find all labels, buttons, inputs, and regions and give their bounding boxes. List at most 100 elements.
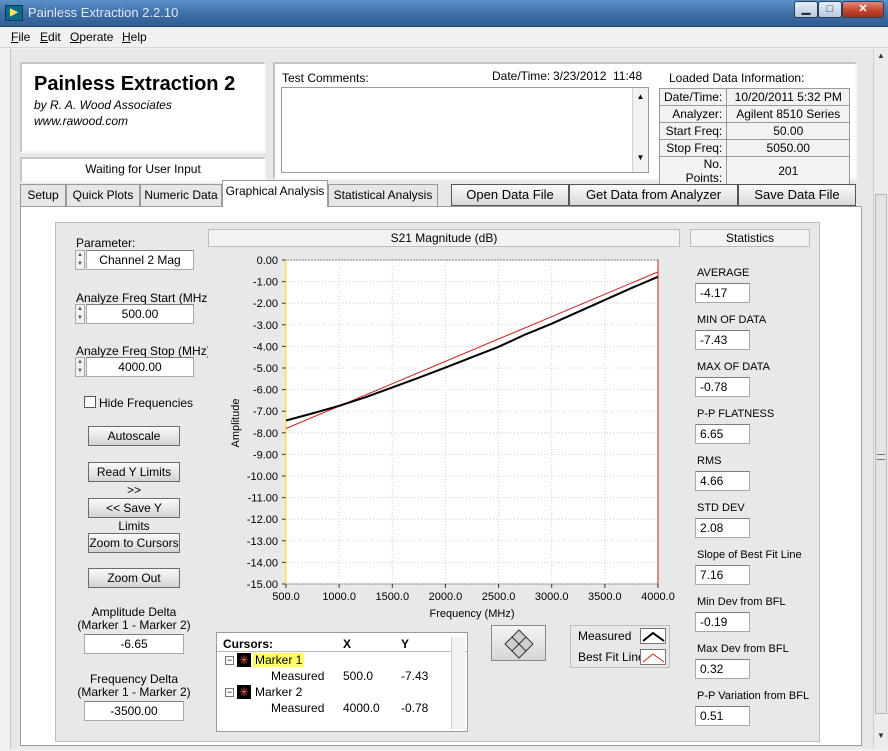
comments-scrollbar[interactable]: ▲ ▼: [632, 88, 648, 172]
stat-label: Max Dev from BFL: [697, 643, 789, 655]
parameter-select[interactable]: Channel 2 Mag: [86, 250, 194, 270]
parameter-spinner[interactable]: ▲ ▼: [75, 250, 85, 270]
menu-help[interactable]: Help: [122, 30, 147, 44]
y-tick-label: 0.00: [257, 255, 278, 267]
stat-label: RMS: [697, 455, 722, 467]
amplitude-delta-label: Amplitude Delta: [91, 605, 177, 619]
y-tick-label: -8.00: [253, 428, 278, 440]
save-y-limits-button[interactable]: << Save Y Limits: [88, 498, 180, 533]
stat-value: -4.17: [695, 283, 750, 303]
legend-bestfit-swatch: [640, 649, 666, 665]
window-scrollbar[interactable]: ▲ ▼: [873, 49, 888, 749]
stat-value: 6.65: [695, 424, 750, 444]
collapse-icon[interactable]: −: [225, 656, 234, 665]
datetime-label: Date/Time:: [492, 69, 551, 83]
y-tick-label: -13.00: [247, 536, 278, 548]
table-row: No. Points: 201: [658, 156, 851, 186]
marker-1-cursor-icon: ✳: [237, 653, 251, 667]
tab-setup[interactable]: Setup: [20, 184, 66, 206]
table-row: Date/Time: 10/20/2011 5:32 PM: [658, 88, 851, 106]
stop-freq-spinner[interactable]: ▲ ▼: [75, 357, 85, 377]
stat-label: MAX OF DATA: [697, 361, 770, 373]
hide-frequencies-checkbox[interactable]: [84, 396, 96, 408]
minimize-button[interactable]: ▁: [794, 1, 818, 18]
x-tick-label: 3000.0: [535, 591, 569, 603]
start-freq-spinner[interactable]: ▲ ▼: [75, 304, 85, 324]
y-tick-label: -9.00: [253, 449, 278, 461]
open-data-file-button[interactable]: Open Data File: [451, 184, 569, 206]
statistics-title: Statistics: [690, 229, 810, 247]
tab-quick-plots[interactable]: Quick Plots: [66, 184, 140, 206]
comments-textarea[interactable]: [281, 87, 649, 173]
table-row: Analyzer: Agilent 8510 Series: [658, 105, 851, 123]
graph-title: S21 Magnitude (dB): [208, 229, 680, 247]
scroll-down-icon[interactable]: ▼: [875, 731, 887, 745]
y-tick-label: -6.00: [253, 385, 278, 397]
stat-value: -0.78: [695, 377, 750, 397]
amplitude-delta-sublabel: (Marker 1 - Marker 2): [77, 618, 191, 632]
tab-graphical-analysis[interactable]: Graphical Analysis: [222, 180, 328, 207]
loaded-data-title: Loaded Data Information:: [669, 71, 805, 85]
start-freq-input[interactable]: 500.00: [86, 304, 194, 324]
scroll-grip-icon: [877, 454, 885, 460]
amplitude-delta-value: -6.65: [84, 634, 184, 654]
cursor-scrollbar[interactable]: [451, 637, 465, 729]
y-tick-label: -14.00: [247, 557, 278, 569]
tab-statistical-analysis[interactable]: Statistical Analysis: [328, 184, 438, 206]
s21-chart[interactable]: 0.00 -1.00 -2.00 -3.00 -4.00 -5.00 -6.00 -7.00 -…: [208, 248, 680, 620]
x-tick-label: 500.0: [272, 591, 300, 603]
stat-value: 4.66: [695, 471, 750, 491]
collapse-icon[interactable]: −: [225, 688, 234, 697]
marker-2-label[interactable]: Marker 2: [255, 685, 302, 699]
read-y-limits-button[interactable]: Read Y Limits >>: [88, 462, 180, 497]
zoom-out-button[interactable]: Zoom Out: [88, 568, 180, 588]
pan-zoom-icon: [504, 629, 534, 659]
close-button[interactable]: ✕: [842, 1, 884, 18]
legend-measured-swatch: [640, 628, 666, 644]
maximize-button[interactable]: □: [818, 1, 842, 18]
stat-label: Min Dev from BFL: [697, 596, 786, 608]
menu-operate[interactable]: Operate: [70, 30, 113, 44]
marker-1-label[interactable]: Marker 1: [253, 653, 305, 667]
scroll-down-icon[interactable]: ▼: [633, 153, 648, 162]
x-tick-label: 3500.0: [588, 591, 622, 603]
logo-byline: by R. A. Wood Associates: [34, 98, 172, 112]
title-bar: ▶ Painless Extraction 2.2.10 ▁ □ ✕: [0, 0, 888, 27]
y-tick-label: -7.00: [253, 406, 278, 418]
y-axis-label: Amplitude: [230, 399, 242, 448]
x-tick-label: 2500.0: [482, 591, 516, 603]
app-icon: ▶: [5, 5, 23, 21]
stat-value: 0.32: [695, 659, 750, 679]
comments-label: Test Comments:: [282, 71, 369, 85]
save-data-file-button[interactable]: Save Data File: [738, 184, 856, 206]
menu-file[interactable]: File: [11, 30, 30, 44]
loaded-key: Stop Freq:: [658, 139, 728, 157]
logo-title: Painless Extraction 2: [34, 73, 236, 95]
zoom-to-cursors-button[interactable]: Zoom to Cursors: [88, 533, 180, 553]
y-tick-label: -11.00: [248, 493, 278, 505]
marker-1-y: -7.43: [401, 669, 429, 683]
logo-url: www.rawood.com: [34, 114, 129, 128]
graph-palette-button[interactable]: [491, 625, 546, 661]
autoscale-button[interactable]: Autoscale: [88, 426, 180, 446]
loaded-value: 5050.00: [726, 139, 851, 157]
scroll-up-icon[interactable]: ▲: [633, 92, 648, 101]
menu-edit[interactable]: Edit: [40, 30, 61, 44]
y-tick-label: -2.00: [253, 298, 278, 310]
loaded-value: 201: [726, 156, 851, 186]
y-tick-label: -4.00: [253, 341, 278, 353]
graph-panel: 0.00 -1.00 -2.00 -3.00 -4.00 -5.00 -6.00 -7.00 -…: [208, 248, 680, 620]
marker-2-trace: Measured: [271, 701, 325, 715]
stat-label: STD DEV: [697, 502, 745, 514]
marker-2-cursor-icon: ✳: [237, 685, 251, 699]
y-tick-label: -12.00: [247, 514, 278, 526]
scroll-up-icon[interactable]: ▲: [875, 51, 887, 65]
tab-numeric-data[interactable]: Numeric Data: [140, 184, 222, 206]
loaded-value: 10/20/2011 5:32 PM: [726, 88, 851, 106]
marker-1-trace: Measured: [271, 669, 325, 683]
cursor-legend[interactable]: Cursors: X Y − ✳ Marker 1 Measured 500.0…: [216, 632, 468, 732]
plot-legend: Measured Best Fit Line: [570, 625, 670, 668]
stop-freq-input[interactable]: 4000.00: [86, 357, 194, 377]
get-data-from-analyzer-button[interactable]: Get Data from Analyzer: [569, 184, 738, 206]
loaded-key: Analyzer:: [658, 105, 728, 123]
